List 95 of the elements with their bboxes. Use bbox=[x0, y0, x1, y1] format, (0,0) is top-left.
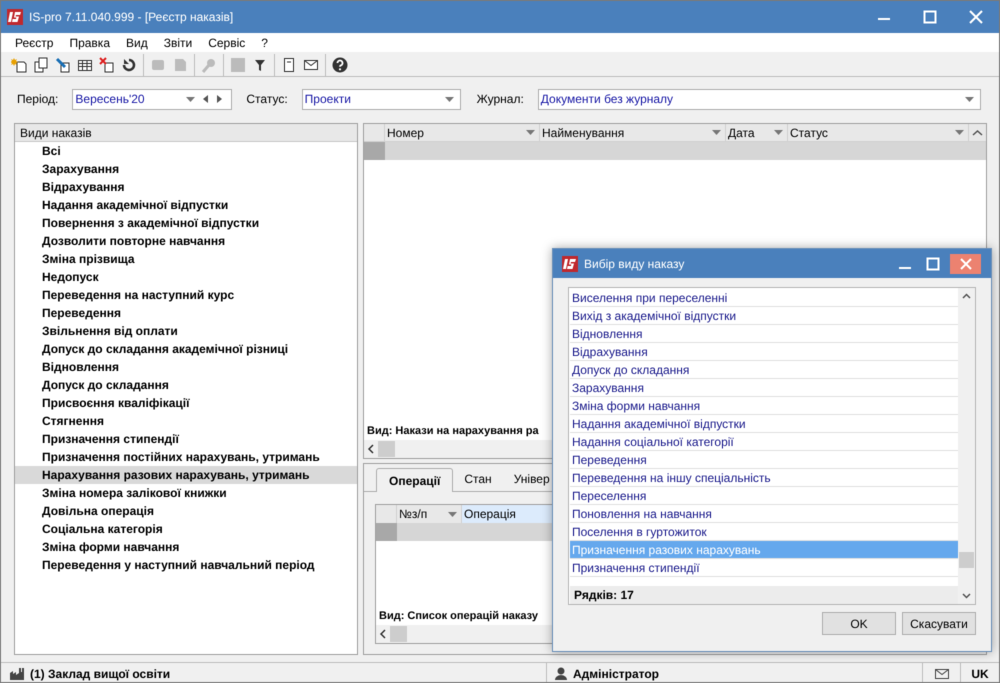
menu-item[interactable]: ? bbox=[253, 34, 276, 52]
order-type-item[interactable]: Присвоєння кваліфікації bbox=[15, 394, 357, 412]
order-type-item[interactable]: Зміна форми навчання bbox=[15, 538, 357, 556]
dialog-title: Вибір виду наказу bbox=[584, 256, 684, 272]
vertical-scrollbar[interactable] bbox=[958, 288, 975, 604]
list-item[interactable]: Призначення стипендії bbox=[570, 559, 958, 577]
list-item[interactable]: Надання академічної відпустки bbox=[570, 415, 958, 433]
list-item[interactable]: Допуск до складання bbox=[570, 361, 958, 379]
logo-icon bbox=[562, 256, 578, 272]
journal-field[interactable]: Документи без журналу bbox=[538, 88, 981, 110]
order-type-item[interactable]: Зміна прізвища bbox=[15, 250, 357, 268]
order-type-item[interactable]: Всі bbox=[15, 142, 357, 160]
organization-label: (1) Заклад вищої освіти bbox=[30, 666, 170, 682]
tab[interactable]: Операції bbox=[376, 468, 454, 492]
delete-icon[interactable] bbox=[99, 56, 115, 72]
page-icon[interactable] bbox=[281, 56, 297, 72]
order-type-item[interactable]: Призначення стипендії bbox=[15, 430, 357, 448]
order-type-item[interactable]: Переведення bbox=[15, 304, 357, 322]
order-type-item[interactable]: Призначення постійних нарахувань, утримань bbox=[15, 448, 357, 466]
order-type-item[interactable]: Недопуск bbox=[15, 268, 357, 286]
order-type-item[interactable]: Відрахування bbox=[15, 178, 357, 196]
user-icon bbox=[555, 667, 567, 680]
dropdown-arrow-icon[interactable] bbox=[955, 130, 964, 135]
order-type-item[interactable]: Соціальна категорія bbox=[15, 520, 357, 538]
dropdown-arrow-icon[interactable] bbox=[526, 130, 535, 135]
dropdown-arrow-icon[interactable] bbox=[444, 96, 454, 102]
scrollbar-thumb[interactable] bbox=[969, 142, 986, 160]
window-title: IS-pro 7.11.040.999 - [Реєстр наказів] bbox=[29, 9, 234, 26]
tab[interactable]: Стан bbox=[453, 467, 503, 491]
list-item[interactable]: Переселення bbox=[570, 487, 958, 505]
list-item[interactable]: Зміна форми навчання bbox=[570, 397, 958, 415]
period-field[interactable]: Вересень'20 bbox=[72, 88, 232, 110]
close-button[interactable] bbox=[950, 254, 981, 274]
menu-item[interactable]: Звіти bbox=[156, 34, 200, 52]
menu-item[interactable]: Правка bbox=[61, 34, 118, 52]
list-item[interactable]: Відрахування bbox=[570, 343, 958, 361]
row-count-label: Рядків: 17 bbox=[570, 586, 958, 604]
help-icon[interactable] bbox=[332, 56, 348, 72]
dropdown-arrow-icon[interactable] bbox=[965, 96, 974, 102]
list-item[interactable]: Зарахування bbox=[570, 379, 958, 397]
order-type-item[interactable]: Зміна номера залікової книжки bbox=[15, 484, 357, 502]
factory-icon bbox=[9, 666, 25, 680]
order-type-item[interactable]: Переведення у наступний навчальний період bbox=[15, 556, 357, 574]
order-type-item[interactable]: Зарахування bbox=[15, 160, 357, 178]
dropdown-arrow-icon[interactable] bbox=[186, 96, 196, 102]
dropdown-arrow-icon[interactable] bbox=[712, 130, 721, 135]
menu-item[interactable]: Реєстр bbox=[7, 34, 62, 52]
order-type-item[interactable]: Дозволити повторне навчання bbox=[15, 232, 357, 250]
column-header[interactable]: Дата bbox=[726, 124, 788, 141]
column-header[interactable]: Номер bbox=[385, 124, 540, 141]
order-type-item[interactable]: Довільна операція bbox=[15, 502, 357, 520]
order-type-item[interactable]: Звільнення від оплати bbox=[15, 322, 357, 340]
column-header: Види наказів bbox=[15, 124, 357, 142]
order-type-item[interactable]: Повернення з академічної відпустки bbox=[15, 214, 357, 232]
field-label: Журнал: bbox=[476, 91, 524, 108]
order-type-item[interactable]: Нарахування разових нарахувань, утримань bbox=[15, 466, 357, 484]
column-header[interactable]: №з/п bbox=[397, 505, 462, 523]
cancel-button[interactable]: Скасувати bbox=[902, 612, 976, 635]
list-item[interactable]: Виселення при переселенні bbox=[570, 289, 958, 307]
list-item[interactable]: Переведення bbox=[570, 451, 958, 469]
list-item[interactable]: Вихід з академічної відпустки bbox=[570, 307, 958, 325]
dropdown-arrow-icon[interactable] bbox=[448, 512, 457, 516]
order-type-item[interactable]: Стягнення bbox=[15, 412, 357, 430]
column-header[interactable]: Статус bbox=[788, 124, 969, 141]
column-header[interactable]: Найменування bbox=[540, 124, 726, 141]
scrollbar-thumb[interactable] bbox=[959, 552, 974, 568]
order-type-item[interactable]: Допуск до складання академічної різниці bbox=[15, 340, 357, 358]
field-label: Статус: bbox=[246, 91, 288, 108]
refresh-icon[interactable] bbox=[121, 56, 137, 72]
view-label: Вид: Накази на нарахування ра bbox=[367, 424, 539, 440]
menu-item[interactable]: Вид bbox=[118, 34, 156, 52]
status-field[interactable]: Проекти bbox=[302, 88, 461, 110]
logo-icon bbox=[7, 9, 23, 25]
list-item[interactable]: Поновлення на навчання bbox=[570, 505, 958, 523]
menu-item[interactable]: Сервіс bbox=[200, 34, 254, 52]
scrollbar-thumb[interactable] bbox=[390, 626, 407, 642]
view-label: Вид: Список операцій наказу bbox=[379, 609, 538, 624]
list-item[interactable]: Переведення на іншу спеціальність bbox=[570, 469, 958, 487]
order-type-item[interactable]: Допуск до складання bbox=[15, 376, 357, 394]
field-label: Період: bbox=[17, 91, 58, 108]
scrollbar-thumb[interactable] bbox=[378, 441, 395, 457]
ok-button[interactable]: OK bbox=[822, 612, 896, 635]
language-indicator[interactable]: UK bbox=[961, 663, 999, 682]
order-type-item[interactable]: Надання академічної відпустки bbox=[15, 196, 357, 214]
order-type-item[interactable]: Відновлення bbox=[15, 358, 357, 376]
user-label: Адміністратор bbox=[573, 666, 660, 682]
order-type-item[interactable]: Переведення на наступний курс bbox=[15, 286, 357, 304]
list-item[interactable]: Відновлення bbox=[570, 325, 958, 343]
new-document-icon[interactable] bbox=[11, 56, 27, 72]
dropdown-arrow-icon[interactable] bbox=[774, 130, 783, 135]
mail-icon[interactable] bbox=[934, 668, 948, 678]
copy-icon[interactable] bbox=[33, 56, 49, 72]
close-icon bbox=[960, 258, 972, 270]
list-item[interactable]: Надання соціальної категорії bbox=[570, 433, 958, 451]
edit-icon[interactable] bbox=[55, 56, 71, 72]
